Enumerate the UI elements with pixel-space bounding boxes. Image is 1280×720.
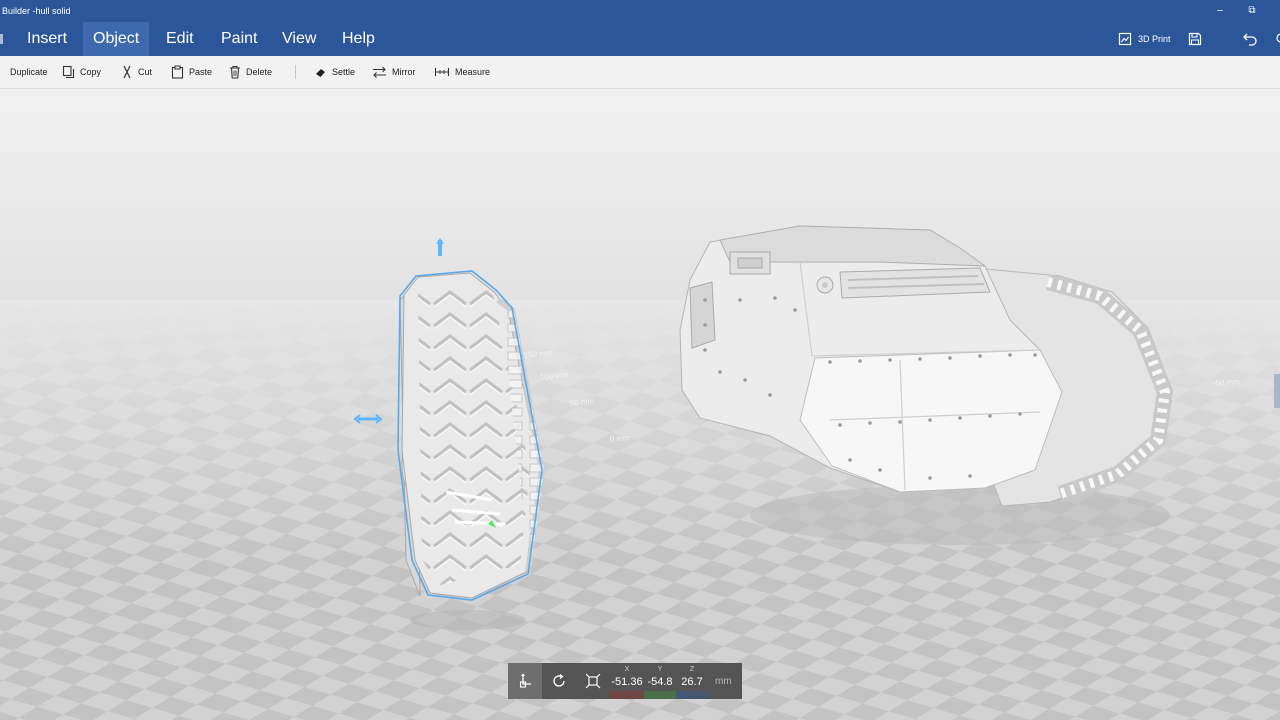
window-title: Builder -hull solid	[2, 6, 71, 16]
delete-button[interactable]: Delete	[229, 56, 272, 88]
search-icon[interactable]	[1274, 22, 1280, 56]
settle-label: Settle	[332, 67, 356, 77]
copy-label: Copy	[80, 67, 102, 77]
y-coordinate-field[interactable]: Y -54.8	[644, 663, 676, 699]
paste-icon	[171, 65, 184, 79]
menu-bar: Insert Object Edit Paint View Help 3D Pr…	[0, 22, 1280, 56]
x-axis-color	[610, 691, 644, 699]
axis-label-far: -50 mm	[1213, 377, 1241, 388]
measure-button[interactable]: Measure	[434, 56, 490, 88]
x-axis-label: X	[624, 666, 630, 673]
x-coordinate-field[interactable]: X -51.36	[610, 663, 644, 699]
cut-label: Cut	[138, 67, 153, 77]
y-axis-label: Y	[657, 666, 663, 673]
mirror-icon	[373, 66, 386, 78]
menu-insert[interactable]: Insert	[17, 22, 77, 56]
z-value: 26.7	[681, 676, 703, 688]
measure-icon	[434, 68, 450, 76]
scale-tool-button[interactable]	[576, 663, 610, 699]
transform-panel: X -51.36 Y -54.8 Z 26.7 mm	[508, 663, 742, 699]
rotate-icon	[553, 674, 565, 687]
undo-icon	[1243, 33, 1257, 46]
paste-button[interactable]: Paste	[171, 56, 212, 88]
title-bar: Builder -hull solid – ⧉	[0, 0, 1280, 22]
y-value: -54.8	[647, 676, 673, 688]
delete-icon	[230, 65, 240, 79]
mirror-button[interactable]: Mirror	[372, 56, 416, 88]
scene-canvas: 150 mm 100 mm 50 mm 0 mm -50 mm	[0, 225, 1280, 720]
mirror-label: Mirror	[392, 67, 416, 77]
duplicate-button[interactable]: Duplicate	[10, 56, 48, 88]
move-icon	[519, 673, 531, 688]
scale-icon	[585, 673, 601, 689]
z-axis-color	[676, 691, 708, 699]
z-coordinate-field[interactable]: Z 26.7	[676, 663, 708, 699]
settle-button[interactable]: Settle	[314, 56, 355, 88]
unit-label: mm	[715, 676, 732, 687]
delete-label: Delete	[246, 67, 273, 77]
paste-label: Paste	[189, 67, 213, 77]
copy-icon	[62, 65, 75, 79]
menu-help[interactable]: Help	[332, 22, 385, 56]
scroll-marker[interactable]	[1274, 374, 1280, 408]
menu-overflow-icon[interactable]	[0, 34, 3, 44]
cut-icon	[123, 65, 131, 79]
menu-object[interactable]: Object	[83, 22, 150, 56]
save-icon	[1188, 32, 1202, 46]
settle-icon	[316, 69, 325, 77]
copy-button[interactable]: Copy	[62, 56, 101, 88]
menu-paint[interactable]: Paint	[211, 22, 267, 56]
3d-print-icon	[1118, 32, 1132, 46]
y-axis-color	[644, 691, 676, 699]
restore-button[interactable]: ⧉	[1242, 3, 1262, 19]
z-axis-label: Z	[689, 666, 695, 673]
x-value: -51.36	[611, 676, 643, 688]
3d-print-label: 3D Print	[1138, 34, 1171, 44]
minimize-button[interactable]: –	[1210, 3, 1230, 19]
menu-edit[interactable]: Edit	[156, 22, 204, 56]
3d-viewport[interactable]: 150 mm 100 mm 50 mm 0 mm -50 mm	[0, 89, 1280, 720]
cut-button[interactable]: Cut	[121, 56, 152, 88]
object-toolbar: Duplicate Copy Cut Paste Delete Settle M…	[0, 56, 1280, 89]
move-tool-button[interactable]	[508, 663, 542, 699]
measure-label: Measure	[455, 67, 491, 77]
duplicate-label: Duplicate	[10, 67, 48, 77]
menu-view[interactable]: View	[272, 22, 326, 56]
save-button[interactable]	[1188, 22, 1202, 56]
3d-print-button[interactable]: 3D Print	[1118, 22, 1171, 56]
undo-button[interactable]	[1242, 22, 1258, 56]
rotate-tool-button[interactable]	[542, 663, 576, 699]
toolbar-divider	[295, 65, 296, 79]
